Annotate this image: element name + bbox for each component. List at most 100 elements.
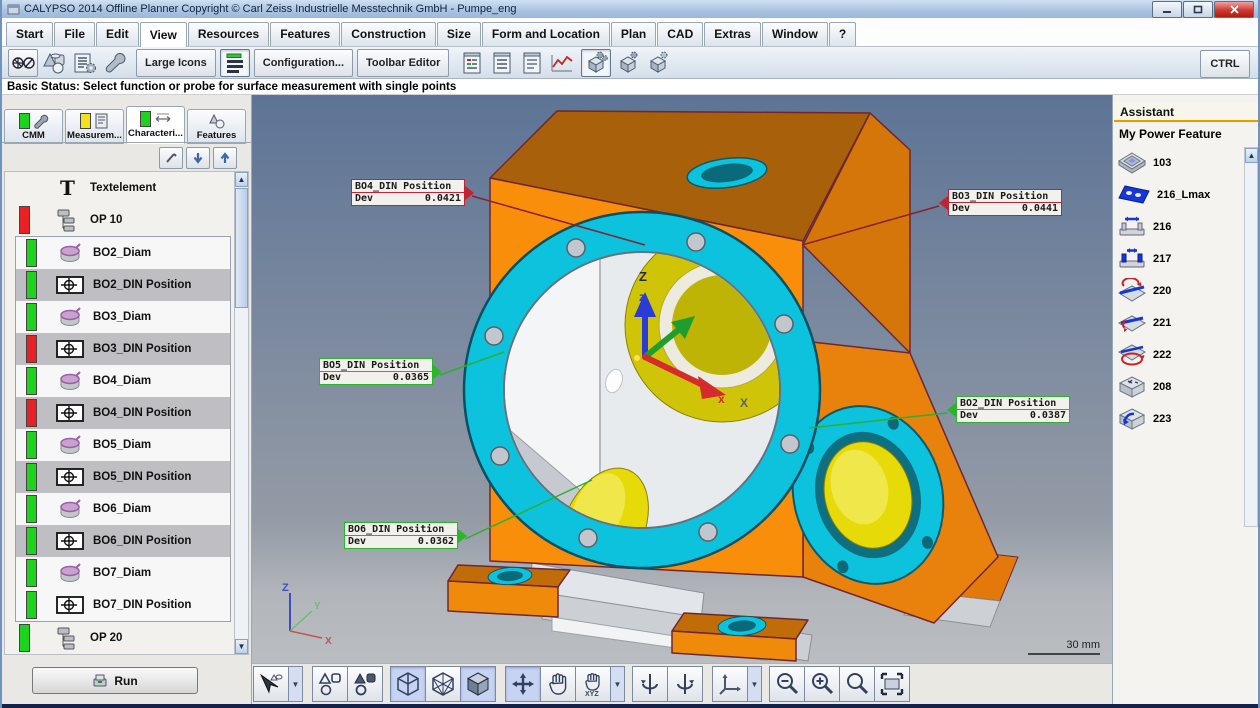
3d-viewport[interactable]: Z z x X Z Y X BO4_DIN PositionDev0.0421B… <box>252 95 1112 663</box>
power-feature-103[interactable]: 103 <box>1117 147 1245 179</box>
menu-tab-resources[interactable]: Resources <box>188 22 269 46</box>
cube-wireframe-icon <box>395 671 421 697</box>
view-wireframe-button[interactable] <box>390 666 426 702</box>
report-color-icon[interactable] <box>457 50 487 76</box>
cube-gear-alt-icon[interactable] <box>643 50 673 76</box>
tree-item-bo2-din-position[interactable]: BO2_DIN Position <box>16 269 230 301</box>
menu-tab-edit[interactable]: Edit <box>96 22 139 46</box>
toolbar-editor-button[interactable]: Toolbar Editor <box>357 49 449 77</box>
tree-item-bo5-din-position[interactable]: BO5_DIN Position <box>16 461 230 493</box>
drag-hand-xyz-button[interactable]: XYZ <box>575 666 611 702</box>
zoom-in-icon <box>809 671 835 697</box>
drag-hand-xyz-dropdown[interactable]: ▼ <box>610 666 625 702</box>
drag-hand-button[interactable] <box>540 666 576 702</box>
tab-features[interactable]: Features <box>187 109 246 144</box>
maximize-button[interactable] <box>1183 1 1213 18</box>
menu-tab-plan[interactable]: Plan <box>611 22 656 46</box>
power-feature-216-lmax[interactable]: 216_Lmax <box>1117 179 1245 211</box>
menu-tab--[interactable]: ? <box>829 22 856 46</box>
assistant-scrollbar[interactable]: ▲ <box>1244 147 1258 527</box>
plan-settings-icon[interactable] <box>70 50 100 76</box>
view-shaded-button[interactable] <box>460 666 496 702</box>
tree-item-bo6-diam[interactable]: BO6_Diam <box>16 493 230 525</box>
tree-item-bo7-diam[interactable]: BO7_Diam <box>16 557 230 589</box>
power-feature-208[interactable]: 208 <box>1117 371 1245 403</box>
view-hidden-line-button[interactable] <box>425 666 461 702</box>
power-feature-217[interactable]: 217 <box>1117 243 1245 275</box>
rotate-horizontal-button[interactable] <box>667 666 703 702</box>
tree-item-bo3-diam[interactable]: BO3_Diam <box>16 301 230 333</box>
tree-scrollbar[interactable]: ▲ ▼ <box>234 171 249 655</box>
tree-item-bo3-din-position[interactable]: BO3_DIN Position <box>16 333 230 365</box>
scroll-thumb[interactable] <box>235 188 248 308</box>
move-down-icon[interactable] <box>186 147 210 169</box>
menu-tab-cad[interactable]: CAD <box>657 22 703 46</box>
coordinate-system-dropdown[interactable]: ▼ <box>747 666 762 702</box>
tree-item-bo4-din-position[interactable]: BO4_DIN Position <box>16 397 230 429</box>
cube-gear-icon[interactable] <box>613 50 643 76</box>
rotate-vertical-button[interactable] <box>632 666 668 702</box>
callout-name: BO4_DIN Position <box>352 180 464 193</box>
features-shapes-icon[interactable] <box>40 50 70 76</box>
assistant-scroll-up-icon[interactable]: ▲ <box>1245 148 1258 163</box>
power-feature-220[interactable]: 220 <box>1117 275 1245 307</box>
position-diameter-button[interactable] <box>8 49 38 77</box>
callout-bo6-din-position: BO6_DIN PositionDev0.0362 <box>344 522 458 549</box>
menu-tab-form-and-location[interactable]: Form and Location <box>482 22 610 46</box>
edit-pencil-icon[interactable] <box>159 147 183 169</box>
tree-item-bo5-diam[interactable]: BO5_Diam <box>16 429 230 461</box>
report-icon[interactable] <box>487 50 517 76</box>
menu-tab-start[interactable]: Start <box>6 22 53 46</box>
tree-item-bo6-din-position[interactable]: BO6_DIN Position <box>16 525 230 557</box>
fit-view-button[interactable] <box>874 666 910 702</box>
tree-item-bo7-din-position[interactable]: BO7_DIN Position <box>16 589 230 621</box>
power-feature-223[interactable]: 223 <box>1117 403 1245 435</box>
tree-item-op-20[interactable]: OP 20 <box>5 622 235 654</box>
menu-tab-view[interactable]: View <box>140 22 187 47</box>
tree-item-textelement[interactable]: TTextelement <box>5 172 235 204</box>
power-feature-216[interactable]: 216 <box>1117 211 1245 243</box>
features-solid-button[interactable] <box>347 666 383 702</box>
pan-view-button[interactable] <box>505 666 541 702</box>
menu-tab-extras[interactable]: Extras <box>704 22 761 46</box>
minimize-button[interactable] <box>1152 1 1182 18</box>
close-button[interactable] <box>1214 1 1254 18</box>
configuration-button[interactable]: Configuration... <box>254 49 353 77</box>
mini-x-label: X <box>325 636 332 647</box>
tab-characteri[interactable]: Characteri... <box>126 106 185 144</box>
move-up-icon[interactable] <box>213 147 237 169</box>
diameter-feature-icon <box>55 304 85 330</box>
run-button[interactable]: Run <box>32 667 198 694</box>
select-feature-dropdown[interactable]: ▼ <box>288 666 303 702</box>
tab-cmm[interactable]: CMM <box>4 109 63 144</box>
select-feature-button[interactable] <box>253 666 289 702</box>
tree-item-bo2-diam[interactable]: BO2_Diam <box>16 237 230 269</box>
tree-item-op-10[interactable]: OP 10 <box>5 204 235 236</box>
scroll-up-icon[interactable]: ▲ <box>235 172 248 187</box>
wrench-icon[interactable] <box>100 50 130 76</box>
zoom-in-button[interactable] <box>804 666 840 702</box>
ctrl-button[interactable]: CTRL <box>1200 50 1250 78</box>
recess-plate-icon <box>1117 150 1147 176</box>
menu-tab-file[interactable]: File <box>54 22 95 46</box>
blue-plate-icon <box>1117 182 1151 208</box>
cube-gears-button[interactable] <box>581 49 611 77</box>
mini-y-label: Y <box>314 601 321 612</box>
coordinate-system-button[interactable] <box>712 666 748 702</box>
list-view-button[interactable] <box>220 49 250 77</box>
zoom-window-button[interactable] <box>839 666 875 702</box>
scroll-down-icon[interactable]: ▼ <box>235 639 248 654</box>
tree-item-bo4-diam[interactable]: BO4_Diam <box>16 365 230 397</box>
features-outline-button[interactable] <box>312 666 348 702</box>
menu-tab-construction[interactable]: Construction <box>341 22 436 46</box>
power-feature-222[interactable]: 222 <box>1117 339 1245 371</box>
zoom-out-button[interactable] <box>769 666 805 702</box>
menu-tab-features[interactable]: Features <box>270 22 340 46</box>
chart-icon[interactable] <box>547 50 577 76</box>
power-feature-221[interactable]: 221 <box>1117 307 1245 339</box>
menu-tab-size[interactable]: Size <box>437 22 481 46</box>
tab-measurem[interactable]: Measurem... <box>65 109 124 144</box>
report-plain-icon[interactable] <box>517 50 547 76</box>
menu-tab-window[interactable]: Window <box>762 22 828 46</box>
large-icons-button[interactable]: Large Icons <box>136 49 216 77</box>
